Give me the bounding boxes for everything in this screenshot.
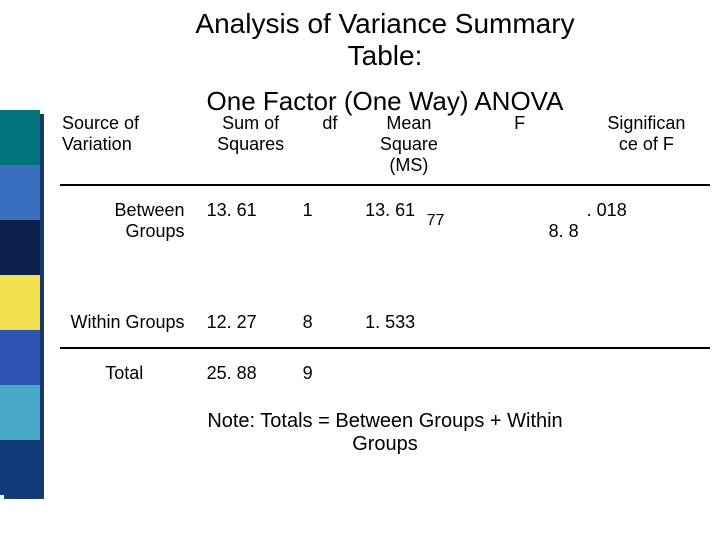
row-between: BetweenGroups 13. 61 1 13. 61 8. 8 77 . … (60, 185, 710, 298)
cell-ms: 1. 533 (361, 298, 457, 348)
cell-df: 8 (299, 298, 361, 348)
footnote: Note: Totals = Between Groups + Within G… (60, 410, 710, 456)
cell-sig: . 018 (583, 185, 710, 298)
cell-f (457, 348, 583, 398)
cell-f: 8. 8 77 (457, 185, 583, 298)
col-ss: Sum ofSquares (203, 111, 299, 185)
title-line1: Analysis of Variance Summary (195, 8, 574, 39)
color-block (0, 385, 40, 440)
slide-content: Analysis of Variance Summary Table: One … (60, 8, 710, 532)
header-row: Source ofVariation Sum ofSquares df Mean… (60, 111, 710, 185)
col-ms: MeanSquare(MS) (361, 111, 457, 185)
cell-df: 9 (299, 348, 361, 398)
color-block (0, 110, 40, 165)
note-line1: Note: Totals = Between Groups + Within (207, 410, 562, 432)
color-block (0, 440, 40, 495)
note-line2: Groups (352, 433, 418, 455)
cell-f (457, 298, 583, 348)
row-within: Within Groups 12. 27 8 1. 533 (60, 298, 710, 348)
col-source: Source ofVariation (60, 111, 203, 185)
color-block (0, 165, 40, 220)
row-total: Total 25. 88 9 (60, 348, 710, 398)
f-value: 8. 8 (511, 221, 579, 241)
color-block (0, 275, 40, 330)
color-block (0, 220, 40, 275)
anova-table: Source ofVariation Sum ofSquares df Mean… (60, 111, 710, 398)
color-block (0, 330, 40, 385)
decorative-sidebar (0, 110, 48, 495)
col-sig: Significance of F (583, 111, 710, 185)
slide-title: Analysis of Variance Summary Table: (90, 8, 680, 72)
cell-source: BetweenGroups (60, 185, 203, 298)
title-line2: Table: (348, 40, 423, 71)
cell-df: 1 (299, 185, 361, 298)
f-sub: 77 (427, 212, 445, 230)
cell-sig (583, 298, 710, 348)
col-df: df (299, 111, 361, 185)
cell-ms (361, 348, 457, 398)
cell-ss: 13. 61 (203, 185, 299, 298)
cell-ss: 25. 88 (203, 348, 299, 398)
col-f: F (457, 111, 583, 185)
cell-source: Total (60, 348, 203, 398)
cell-sig (583, 348, 710, 398)
cell-source: Within Groups (60, 298, 203, 348)
cell-ss: 12. 27 (203, 298, 299, 348)
cell-ms: 13. 61 (361, 185, 457, 298)
